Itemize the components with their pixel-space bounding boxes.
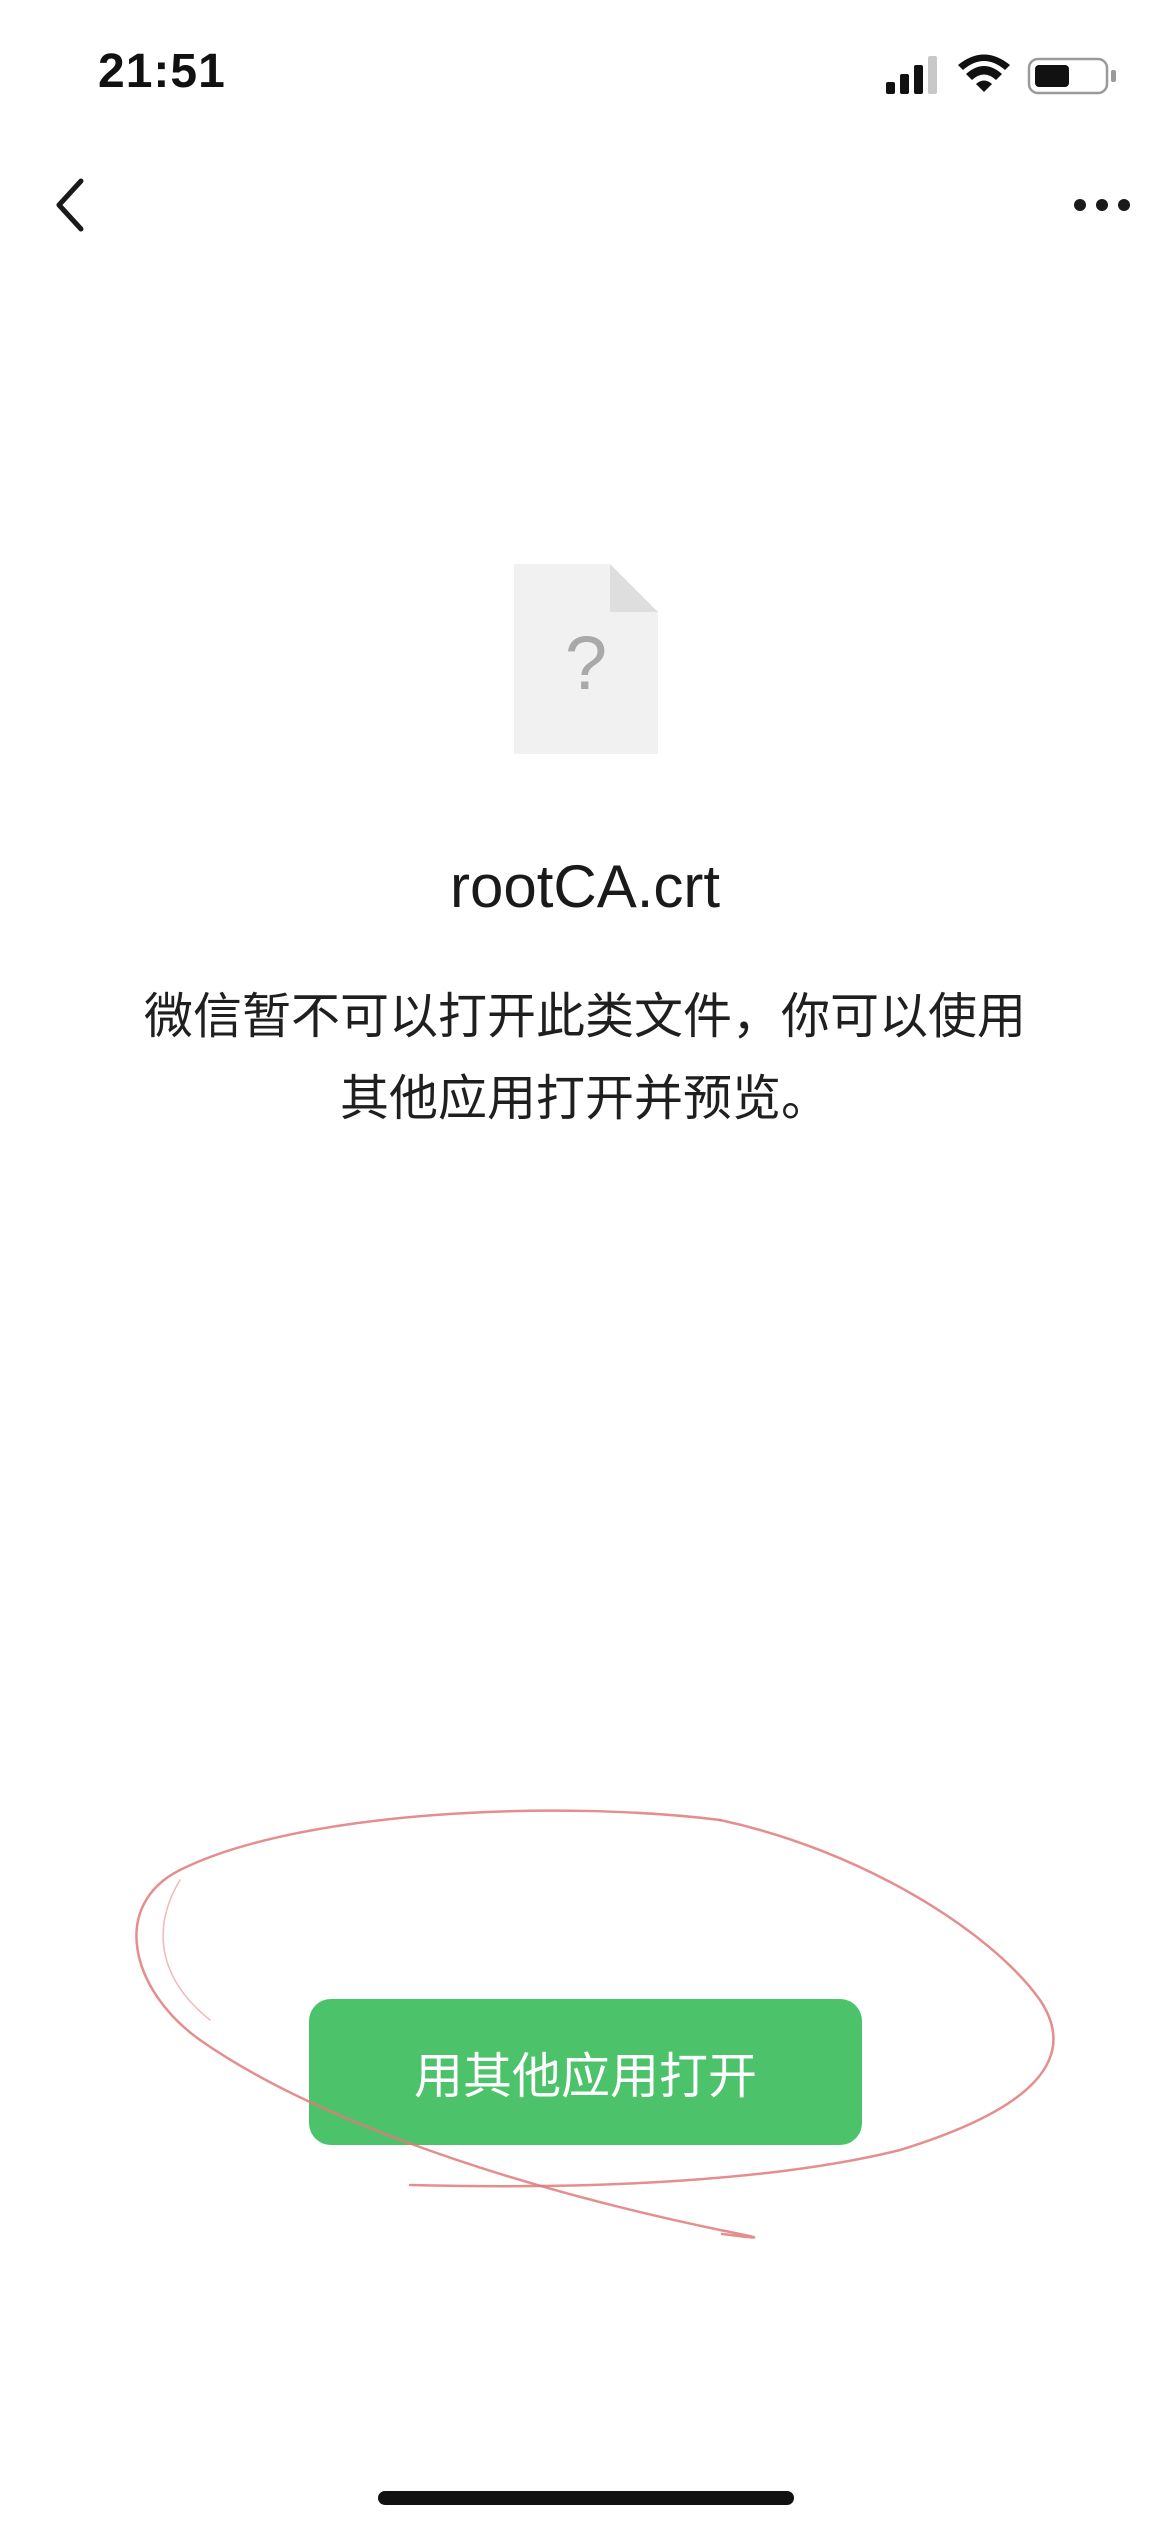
red-circle-annotation bbox=[135, 1809, 1055, 2239]
cellular-signal-icon bbox=[886, 56, 937, 94]
home-indicator bbox=[378, 2491, 794, 2505]
battery-icon bbox=[1027, 57, 1116, 95]
open-with-other-app-button[interactable]: 用其他应用打开 bbox=[309, 1999, 862, 2145]
more-dots-icon bbox=[1074, 199, 1130, 211]
back-button[interactable] bbox=[36, 170, 106, 240]
chevron-left-icon bbox=[56, 178, 84, 232]
message-line-2: 其他应用打开并预览。 bbox=[339, 1070, 830, 1127]
more-options-button[interactable] bbox=[1062, 170, 1142, 240]
unknown-file-icon: ? bbox=[514, 564, 658, 754]
navigation-bar bbox=[0, 140, 1170, 270]
message-line-1: 微信暂不可以打开此类文件，你可以使用 bbox=[143, 988, 1026, 1045]
status-bar: 21:51 bbox=[0, 0, 1170, 140]
file-name: rootCA.crt bbox=[449, 853, 721, 920]
wifi-icon bbox=[958, 54, 1010, 92]
unsupported-file-message: 微信暂不可以打开此类文件，你可以使用 其他应用打开并预览。 bbox=[100, 976, 1070, 1140]
status-time: 21:51 bbox=[98, 45, 226, 98]
file-icon-glyph: ? bbox=[565, 621, 607, 706]
status-icons bbox=[886, 54, 1116, 95]
